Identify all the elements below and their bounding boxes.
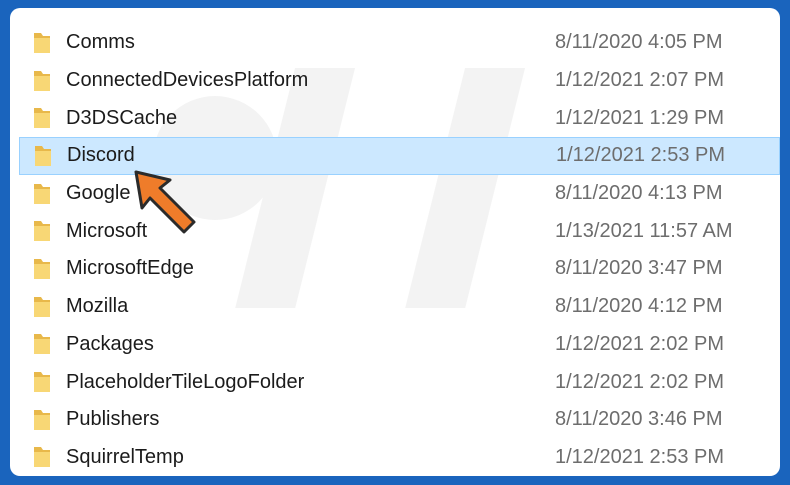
- folder-name: Packages: [66, 332, 154, 355]
- folder-icon: [34, 447, 50, 468]
- list-item[interactable]: D3DSCache 1/12/2021 1:29 PM: [10, 99, 780, 137]
- explorer-window: Comms 8/11/2020 4:05 PM ConnectedDevices…: [10, 8, 780, 476]
- folder-name: Comms: [66, 31, 135, 54]
- folder-icon: [34, 221, 50, 242]
- date-modified: 8/11/2020 3:47 PM: [555, 257, 723, 280]
- date-modified: 1/12/2021 2:53 PM: [555, 445, 725, 468]
- folder-name: PlaceholderTileLogoFolder: [66, 370, 305, 393]
- folder-icon: [34, 258, 50, 279]
- date-modified: 1/12/2021 2:07 PM: [555, 69, 725, 92]
- date-modified: 1/12/2021 2:02 PM: [555, 370, 725, 393]
- list-item[interactable]: Mozilla 8/11/2020 4:12 PM: [10, 288, 780, 326]
- folder-icon: [34, 409, 50, 430]
- folder-name: Google: [66, 182, 131, 205]
- arrow-pointer-icon: [134, 170, 196, 234]
- list-item[interactable]: Comms 8/11/2020 4:05 PM: [10, 24, 780, 62]
- file-list: Comms 8/11/2020 4:05 PM ConnectedDevices…: [10, 24, 780, 476]
- folder-icon: [34, 183, 50, 204]
- folder-icon: [34, 32, 50, 53]
- folder-name: ConnectedDevicesPlatform: [66, 69, 309, 92]
- date-modified: 1/12/2021 2:53 PM: [556, 144, 726, 167]
- folder-name: MicrosoftEdge: [66, 257, 194, 280]
- list-item[interactable]: SquirrelTemp 1/12/2021 2:53 PM: [10, 439, 780, 476]
- folder-icon: [34, 334, 50, 355]
- folder-name: D3DSCache: [66, 106, 178, 129]
- folder-icon: [34, 108, 50, 129]
- folder-icon: [34, 70, 50, 91]
- list-item[interactable]: Microsoft 1/13/2021 11:57 AM: [10, 212, 780, 250]
- folder-name: Mozilla: [66, 295, 129, 318]
- date-modified: 8/11/2020 3:46 PM: [555, 408, 723, 431]
- folder-name: Publishers: [66, 408, 160, 431]
- folder-name: Discord: [67, 144, 135, 167]
- date-modified: 1/12/2021 1:29 PM: [555, 106, 725, 129]
- list-item[interactable]: Publishers 8/11/2020 3:46 PM: [10, 401, 780, 439]
- date-modified: 8/11/2020 4:13 PM: [555, 182, 723, 205]
- folder-icon: [35, 145, 51, 166]
- date-modified: 8/11/2020 4:05 PM: [555, 31, 723, 54]
- list-item[interactable]: MicrosoftEdge 8/11/2020 3:47 PM: [10, 250, 780, 288]
- date-modified: 1/13/2021 11:57 AM: [555, 219, 733, 242]
- folder-name: SquirrelTemp: [66, 445, 184, 468]
- list-item[interactable]: ConnectedDevicesPlatform 1/12/2021 2:07 …: [10, 62, 780, 100]
- date-modified: 1/12/2021 2:02 PM: [555, 332, 725, 355]
- list-item[interactable]: Google 8/11/2020 4:13 PM: [10, 175, 780, 213]
- date-modified: 8/11/2020 4:12 PM: [555, 295, 723, 318]
- list-item[interactable]: PlaceholderTileLogoFolder 1/12/2021 2:02…: [10, 363, 780, 401]
- list-item[interactable]: Packages 1/12/2021 2:02 PM: [10, 326, 780, 364]
- folder-icon: [34, 296, 50, 317]
- folder-icon: [34, 372, 50, 393]
